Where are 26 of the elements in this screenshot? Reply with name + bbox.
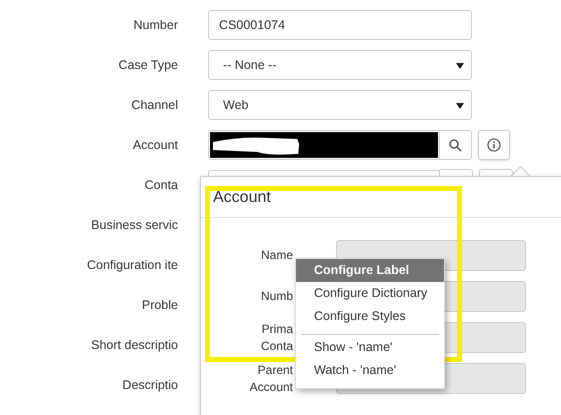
field-label: Descriptio (121, 378, 179, 392)
popover-title: Account (201, 177, 561, 218)
field-label: Proble (140, 298, 179, 312)
menu-item[interactable]: Configure Label (296, 259, 444, 282)
field-label: Numb (260, 288, 293, 305)
field-label: Short descriptio (90, 338, 179, 352)
field-label: Prima Conta (260, 320, 293, 354)
field-label: Parent Account (250, 362, 293, 396)
menu-item[interactable]: Configure Styles (296, 305, 444, 328)
field-label: Account (132, 138, 179, 152)
menu-item[interactable]: Watch - 'name' (296, 359, 444, 382)
field-label: Channel (130, 98, 179, 112)
select-field[interactable]: Web (208, 90, 472, 120)
field-value: -- None -- (222, 58, 276, 72)
field-value: CS0001074 (219, 18, 286, 32)
field-label: Name (260, 247, 293, 264)
field-label: Business servic (90, 218, 179, 232)
field-label: Configuration ite (86, 258, 179, 272)
field-label: Case Type (117, 58, 179, 72)
menu-item[interactable]: Show - 'name' (296, 336, 444, 359)
field-label: Number (132, 18, 179, 32)
menu-item[interactable]: Configure Dictionary (296, 282, 444, 305)
field-label: Conta (144, 178, 179, 192)
field-value: Web (222, 98, 248, 112)
text-field[interactable]: CS0001074 (208, 10, 472, 40)
select-field[interactable]: -- None -- (208, 50, 472, 80)
